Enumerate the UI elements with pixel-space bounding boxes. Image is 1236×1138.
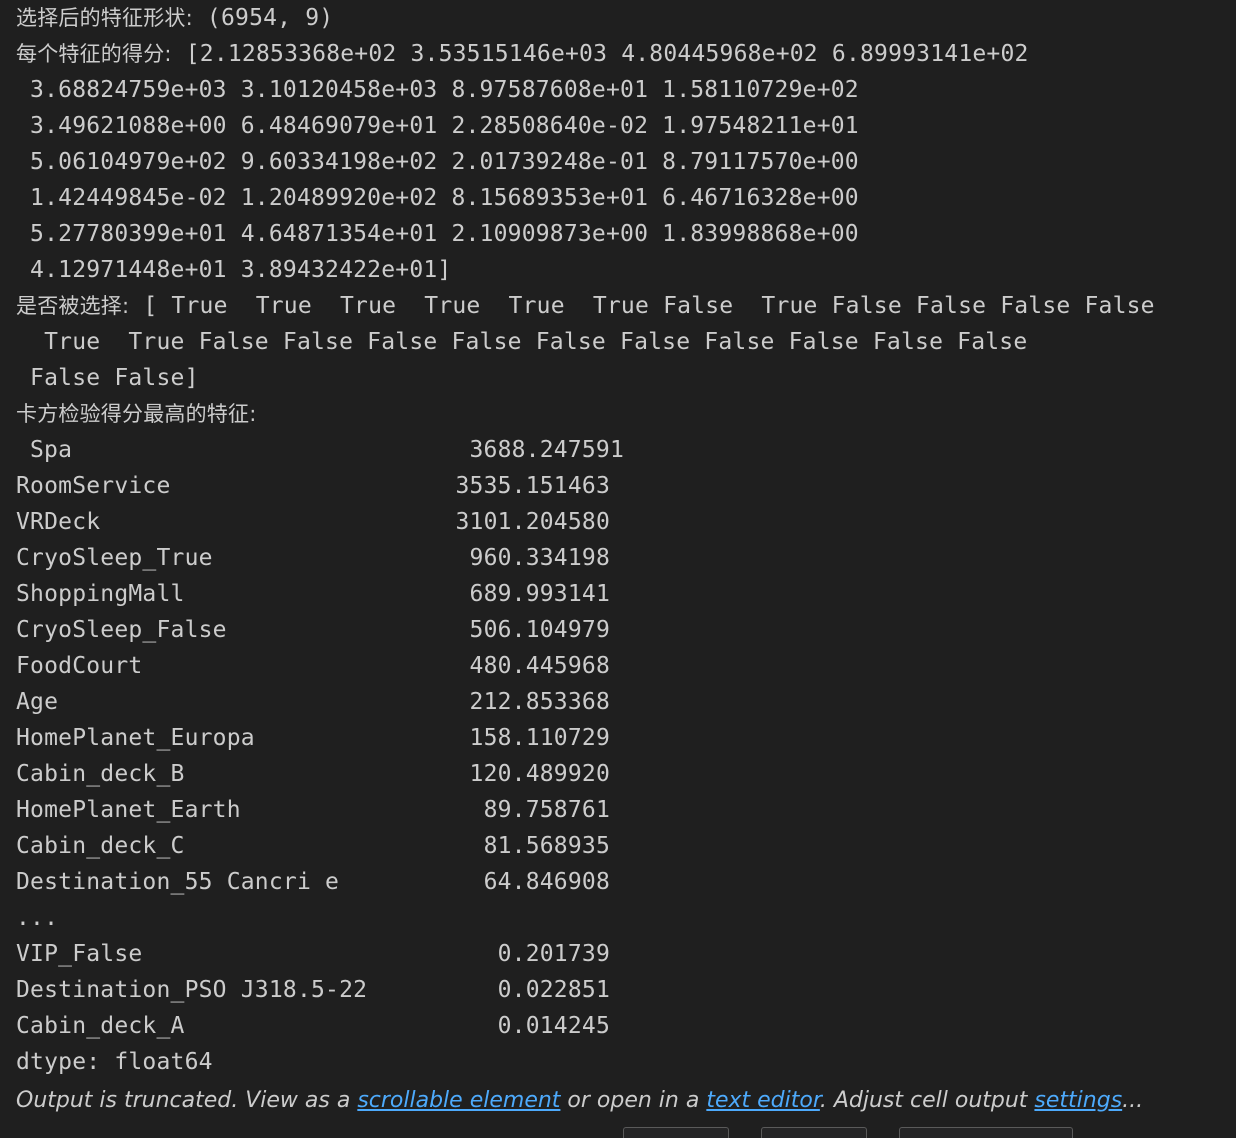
settings-link[interactable]: settings bbox=[1034, 1088, 1122, 1113]
dtype-line: dtype: float64 bbox=[16, 1049, 213, 1075]
feature-row: HomePlanet_Earth 89.758761 bbox=[16, 792, 1236, 828]
shape-label: 选择后的特征形状: bbox=[16, 6, 193, 30]
feature-value: 89.758761 bbox=[483, 797, 610, 823]
feature-value: 506.104979 bbox=[469, 617, 610, 643]
feature-row: Cabin_deck_A 0.014245 bbox=[16, 1008, 1236, 1044]
text-editor-link[interactable]: text editor bbox=[706, 1088, 820, 1113]
scrollable-element-link[interactable]: scrollable element bbox=[357, 1088, 560, 1113]
feature-name: Cabin_deck_A bbox=[16, 1013, 185, 1039]
feature-row: FoodCourt 480.445968 bbox=[16, 648, 1236, 684]
truncation-notice: Output is truncated. View as a scrollabl… bbox=[16, 1088, 1143, 1113]
feature-name: CryoSleep_True bbox=[16, 545, 213, 571]
toolbar-button[interactable] bbox=[623, 1127, 729, 1138]
scores-line: 5.27780399e+01 4.64871354e+01 2.10909873… bbox=[16, 221, 859, 247]
feature-value: 120.489920 bbox=[469, 761, 610, 787]
feature-value: 0.014245 bbox=[497, 1013, 610, 1039]
feature-value: 0.201739 bbox=[497, 941, 610, 967]
ellipsis: ... bbox=[16, 905, 59, 931]
feature-name: Cabin_deck_B bbox=[16, 761, 185, 787]
shape-value: (6954, 9) bbox=[192, 5, 334, 31]
feature-value: 3101.204580 bbox=[455, 509, 610, 535]
feature-value: 0.022851 bbox=[497, 977, 610, 1003]
feature-row: CryoSleep_False 506.104979 bbox=[16, 612, 1236, 648]
selected-line: True True False False False False False … bbox=[16, 329, 1028, 355]
feature-value: 212.853368 bbox=[469, 689, 610, 715]
truncation-prefix: Output is truncated. View as a bbox=[16, 1088, 358, 1113]
feature-row: Spa 3688.247591 bbox=[16, 432, 1236, 468]
feature-row: CryoSleep_True 960.334198 bbox=[16, 540, 1236, 576]
feature-name: VRDeck bbox=[16, 509, 101, 535]
scores-line: 3.68824759e+03 3.10120458e+03 8.97587608… bbox=[16, 77, 859, 103]
feature-row: Cabin_deck_C 81.568935 bbox=[16, 828, 1236, 864]
scores-line: 1.42449845e-02 1.20489920e+02 8.15689353… bbox=[16, 185, 859, 211]
feature-value: 480.445968 bbox=[469, 653, 610, 679]
feature-row: Cabin_deck_B 120.489920 bbox=[16, 756, 1236, 792]
feature-value: 960.334198 bbox=[469, 545, 610, 571]
feature-value: 158.110729 bbox=[469, 725, 610, 751]
scores-line-first: 每个特征的得分: [2.12853368e+02 3.53515146e+03 … bbox=[16, 36, 1236, 72]
feature-name: HomePlanet_Earth bbox=[16, 797, 241, 823]
feature-row: ShoppingMall 689.993141 bbox=[16, 576, 1236, 612]
feature-name: HomePlanet_Europa bbox=[16, 725, 255, 751]
cell-output: 选择后的特征形状: (6954, 9) 每个特征的得分: [2.12853368… bbox=[16, 0, 1236, 1080]
scores-label: 每个特征的得分: bbox=[16, 42, 172, 66]
toolbar-button[interactable] bbox=[761, 1127, 867, 1138]
scores-first: [2.12853368e+02 3.53515146e+03 4.8044596… bbox=[171, 41, 1029, 67]
feature-name: Destination_PSO J318.5-22 bbox=[16, 977, 368, 1003]
selected-first: [ True True True True True True False Tr… bbox=[129, 293, 1155, 319]
feature-name: VIP_False bbox=[16, 941, 143, 967]
feature-row: VRDeck 3101.204580 bbox=[16, 504, 1236, 540]
truncation-suffix: ... bbox=[1122, 1088, 1144, 1113]
feature-name: RoomService bbox=[16, 473, 171, 499]
feature-row: Destination_55 Cancri e 64.846908 bbox=[16, 864, 1236, 900]
feature-name: Age bbox=[16, 689, 59, 715]
feature-row: HomePlanet_Europa 158.110729 bbox=[16, 720, 1236, 756]
selected-label: 是否被选择: bbox=[16, 294, 130, 318]
feature-row: Destination_PSO J318.5-22 0.022851 bbox=[16, 972, 1236, 1008]
feature-name: Spa bbox=[30, 437, 73, 463]
toolbar-button[interactable] bbox=[899, 1127, 1073, 1138]
feature-name: FoodCourt bbox=[16, 653, 143, 679]
scores-line: 3.49621088e+00 6.48469079e+01 2.28508640… bbox=[16, 113, 859, 139]
cell-toolbar-edge bbox=[0, 1127, 1236, 1138]
top-features-label: 卡方检验得分最高的特征: bbox=[16, 402, 257, 426]
feature-name: CryoSleep_False bbox=[16, 617, 227, 643]
truncation-middle2: . Adjust cell output bbox=[819, 1088, 1035, 1113]
feature-value: 64.846908 bbox=[483, 869, 610, 895]
feature-value: 81.568935 bbox=[483, 833, 610, 859]
selected-line-first: 是否被选择: [ True True True True True True F… bbox=[16, 288, 1236, 324]
feature-name: Cabin_deck_C bbox=[16, 833, 185, 859]
shape-line: 选择后的特征形状: (6954, 9) bbox=[16, 0, 1236, 36]
selected-line: False False] bbox=[16, 365, 199, 391]
feature-name: ShoppingMall bbox=[16, 581, 185, 607]
feature-row: VIP_False 0.201739 bbox=[16, 936, 1236, 972]
feature-value: 3688.247591 bbox=[469, 437, 624, 463]
feature-value: 3535.151463 bbox=[455, 473, 610, 499]
scores-line: 5.06104979e+02 9.60334198e+02 2.01739248… bbox=[16, 149, 859, 175]
scores-line: 4.12971448e+01 3.89432422e+01] bbox=[16, 257, 452, 283]
feature-row: RoomService 3535.151463 bbox=[16, 468, 1236, 504]
feature-value: 689.993141 bbox=[469, 581, 610, 607]
feature-name: Destination_55 Cancri e bbox=[16, 869, 340, 895]
truncation-middle: or open in a bbox=[560, 1088, 707, 1113]
feature-row: Age 212.853368 bbox=[16, 684, 1236, 720]
